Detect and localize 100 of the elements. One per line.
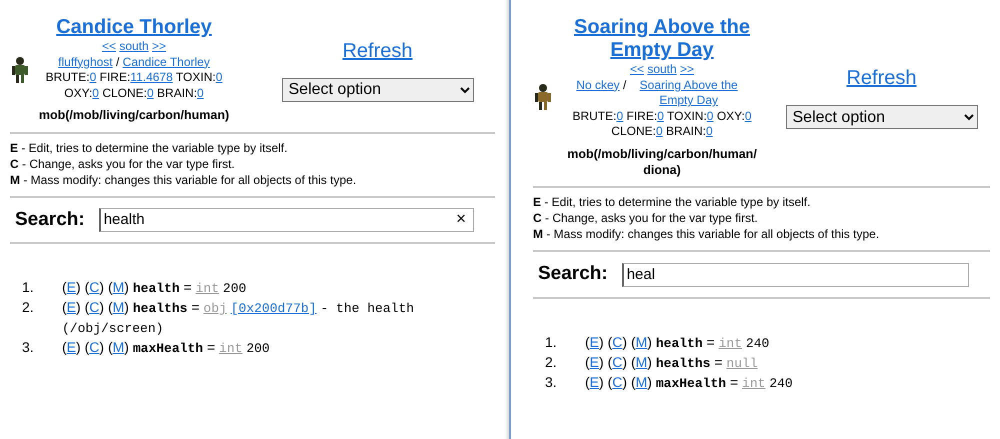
- paren-text: (: [585, 374, 590, 390]
- var-action-link[interactable]: M: [112, 279, 124, 296]
- stat-value-link[interactable]: 0: [744, 108, 752, 123]
- stat-value-link[interactable]: 0: [616, 108, 624, 123]
- ckey-link[interactable]: fluffyghost: [58, 54, 113, 69]
- type-path-text: (/obj/screen): [62, 321, 164, 336]
- paren-text: (: [62, 339, 67, 356]
- var-action-link[interactable]: C: [89, 339, 100, 356]
- option-dropdown[interactable]: Select option: [786, 105, 978, 130]
- option-dropdown[interactable]: Select option: [282, 78, 474, 102]
- stat-label: OXY:: [64, 86, 92, 100]
- prev-direction-link[interactable]: <<: [630, 62, 644, 76]
- var-action-link[interactable]: C: [612, 374, 622, 390]
- ckey-link[interactable]: No ckey: [576, 78, 620, 92]
- stat-value-link[interactable]: 11.4678: [130, 70, 173, 84]
- var-name: health: [132, 281, 180, 296]
- var-action-link[interactable]: E: [66, 339, 76, 356]
- stat-value-link[interactable]: 0: [90, 70, 96, 84]
- var-action-link[interactable]: C: [89, 299, 100, 316]
- help-text: E - Edit, tries to determine the variable type by itself.: [533, 194, 812, 210]
- refresh-link[interactable]: Refresh: [342, 38, 413, 64]
- separator-text: /: [116, 54, 120, 69]
- var-value: 200: [222, 281, 246, 296]
- help-text: M - Mass modify: changes this variable for all objects of this type.: [10, 172, 358, 188]
- paren-text: (: [62, 299, 67, 316]
- paren-text: ): [124, 279, 129, 296]
- paren-text: ): [76, 339, 81, 356]
- name-link[interactable]: Soaring Above the Empty Day: [630, 78, 748, 109]
- var-name: health: [656, 336, 703, 352]
- paren-text: ): [124, 299, 129, 316]
- reference-link[interactable]: [0x200d77b]: [230, 301, 317, 316]
- var-type-link[interactable]: null: [726, 356, 758, 372]
- help-text: C - Change, asks you for the var type first.: [10, 156, 236, 172]
- var-type-link[interactable]: int: [196, 281, 220, 296]
- stat-value-link[interactable]: 0: [656, 124, 663, 138]
- equals-text: =: [206, 339, 216, 356]
- stat-value-link[interactable]: 0: [657, 108, 664, 123]
- stat-label: FIRE:: [626, 108, 658, 123]
- equals-text: =: [184, 279, 192, 296]
- stat-value-link[interactable]: 0: [197, 86, 204, 100]
- stat-label: FIRE:: [100, 70, 130, 84]
- paren-text: ): [647, 334, 652, 350]
- var-name: maxHealth: [132, 341, 204, 356]
- next-direction-link[interactable]: >>: [680, 62, 694, 76]
- paren-text: (: [585, 334, 590, 350]
- var-action-link[interactable]: M: [636, 374, 648, 390]
- refresh-link[interactable]: Refresh: [846, 65, 917, 92]
- var-type-link[interactable]: int: [742, 376, 766, 392]
- var-value: 200: [246, 341, 270, 356]
- var-value: 240: [769, 376, 793, 392]
- var-action-link[interactable]: M: [636, 334, 648, 350]
- list-number: 1.: [22, 278, 34, 296]
- var-action-link[interactable]: C: [612, 354, 622, 370]
- var-action-link[interactable]: M: [112, 339, 124, 356]
- var-action-link[interactable]: E: [66, 299, 76, 316]
- prev-direction-link[interactable]: <<: [102, 39, 116, 53]
- stat-value-link[interactable]: 0: [706, 124, 713, 138]
- stat-value-link[interactable]: 0: [147, 86, 154, 100]
- var-type-link[interactable]: int: [219, 341, 242, 356]
- paren-text: ): [99, 279, 104, 296]
- var-action-link[interactable]: C: [612, 334, 622, 350]
- direction-link[interactable]: south: [647, 62, 677, 76]
- var-type-link[interactable]: obj: [203, 301, 227, 316]
- search-field[interactable]: heal: [622, 262, 969, 287]
- var-name: healths: [656, 356, 710, 372]
- type-path-text: mob(/mob/living/carbon/human): [38, 107, 230, 124]
- name-link[interactable]: Candice Thorley: [122, 54, 210, 69]
- var-action-link[interactable]: E: [590, 354, 600, 370]
- stat-value-link[interactable]: 0: [216, 70, 222, 84]
- paren-text: ): [76, 299, 81, 316]
- equals-text: =: [191, 299, 200, 316]
- var-type-link[interactable]: int: [718, 336, 742, 352]
- var-action-link[interactable]: E: [66, 279, 76, 296]
- var-action-link[interactable]: M: [112, 299, 124, 316]
- next-direction-link[interactable]: >>: [152, 39, 166, 53]
- paren-text: ): [99, 339, 104, 356]
- direction-link[interactable]: south: [119, 39, 149, 53]
- list-number: 3.: [22, 338, 34, 356]
- help-text: E - Edit, tries to determine the variable type by itself.: [10, 140, 288, 156]
- stat-label: BRAIN:: [157, 86, 198, 100]
- stat-value-link[interactable]: 0: [706, 108, 714, 123]
- list-number: 2.: [545, 353, 557, 372]
- var-action-link[interactable]: E: [590, 334, 600, 350]
- mob-name-link[interactable]: Candice Thorley: [56, 16, 212, 39]
- clear-button[interactable]: ×: [450, 210, 472, 227]
- paren-text: (: [608, 354, 612, 370]
- paren-text: (: [630, 334, 636, 350]
- var-action-link[interactable]: M: [636, 354, 648, 370]
- paren-text: (: [585, 354, 590, 370]
- var-action-link[interactable]: C: [89, 279, 100, 296]
- paren-text: (: [608, 334, 612, 350]
- mob-name-link[interactable]: Soaring Above the Empty Day: [557, 16, 767, 62]
- help-text: C - Change, asks you for the var type first.: [533, 210, 759, 226]
- var-name: maxHealth: [656, 376, 726, 392]
- stat-value-link[interactable]: 0: [92, 86, 99, 100]
- paren-text: (: [62, 279, 67, 296]
- stat-label: CLONE:: [102, 86, 147, 100]
- stat-label: OXY:: [716, 108, 745, 123]
- var-action-link[interactable]: E: [590, 374, 600, 390]
- paren-text: ): [622, 374, 628, 390]
